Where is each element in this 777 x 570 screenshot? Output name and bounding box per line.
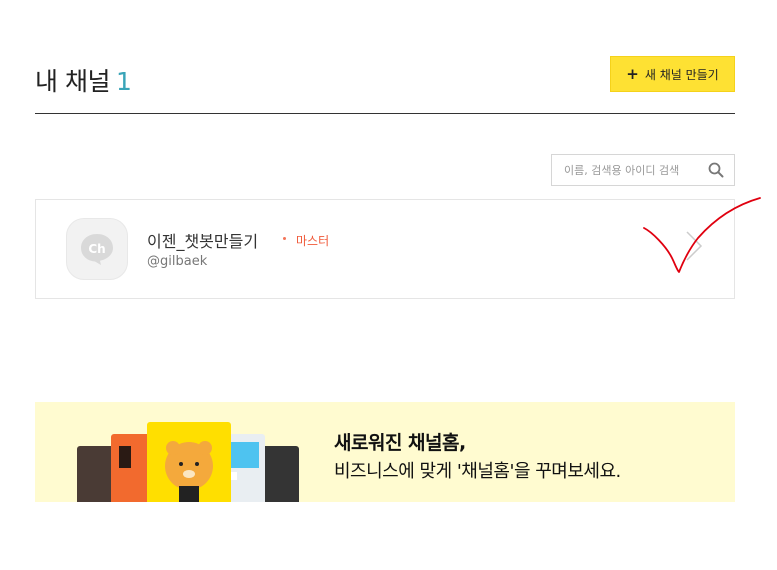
banner-title: 새로워진 채널홈,: [334, 432, 466, 454]
channel-id: @gilbaek: [147, 254, 208, 269]
banner-text: 새로워진 채널홈, 비즈니스에 맞게 '채널홈'을 꾸며보세요.: [334, 428, 621, 483]
channel-home-banner[interactable]: 새로워진 채널홈, 비즈니스에 맞게 '채널홈'을 꾸며보세요.: [35, 402, 735, 502]
search-box: [551, 154, 735, 186]
separator-dot: [283, 237, 286, 240]
search-input[interactable]: [562, 162, 716, 178]
channel-role-badge: 마스터: [296, 234, 330, 248]
new-channel-button[interactable]: + 새 채널 만들기: [610, 56, 735, 92]
channel-card[interactable]: Ch 이젠_챗봇만들기 마스터 @gilbaek: [35, 199, 735, 299]
page-header: 내 채널 1 + 새 채널 만들기: [35, 56, 735, 114]
channel-logo-icon: Ch: [81, 234, 113, 265]
channel-avatar: Ch: [66, 218, 128, 280]
page-title: 내 채널 1: [35, 62, 132, 98]
plus-icon: +: [626, 65, 639, 83]
channel-count: 1: [115, 67, 132, 96]
new-channel-button-label: 새 채널 만들기: [644, 67, 719, 82]
chevron-right-icon[interactable]: [684, 230, 704, 266]
phone-mockups-illustration: [77, 422, 299, 502]
banner-subtitle: 비즈니스에 맞게 '채널홈'을 꾸며보세요.: [334, 461, 621, 482]
search-icon[interactable]: [708, 162, 724, 182]
page-title-text: 내 채널: [35, 67, 110, 96]
channel-name: 이젠_챗봇만들기: [147, 232, 259, 251]
avatar-text: Ch: [88, 242, 105, 256]
